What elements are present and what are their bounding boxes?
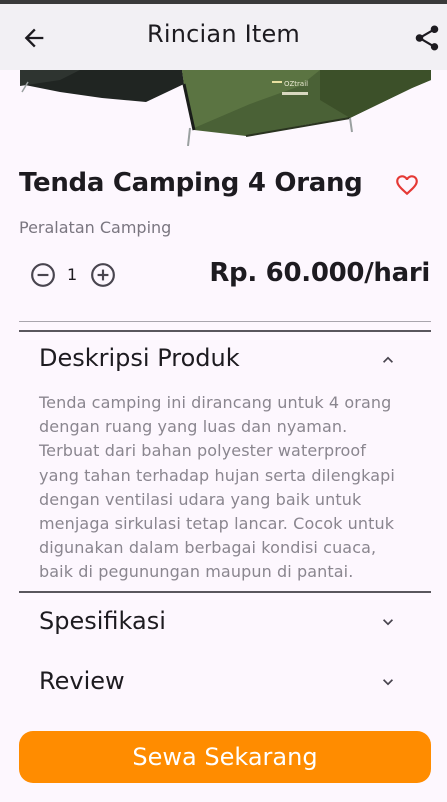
section-specifications-title: Spesifikasi <box>39 607 166 635</box>
app-bar: Rincian Item <box>0 4 447 70</box>
section-review-title: Review <box>39 667 125 695</box>
chevron-up-icon[interactable] <box>378 350 398 370</box>
rent-now-button[interactable]: Sewa Sekarang <box>19 731 431 783</box>
minus-circle-icon[interactable] <box>30 262 56 288</box>
chevron-down-icon[interactable] <box>378 672 398 692</box>
section-description-text: Tenda camping ini dirancang untuk 4 oran… <box>39 393 395 582</box>
plus-circle-icon[interactable] <box>90 262 116 288</box>
divider <box>19 321 431 322</box>
quantity-value: 1 <box>67 265 78 284</box>
page-title: Rincian Item <box>147 20 300 48</box>
chevron-down-icon[interactable] <box>378 612 398 632</box>
product-name: Tenda Camping 4 Orang <box>19 168 363 198</box>
product-category: Peralatan Camping <box>19 218 172 237</box>
product-price: Rp. 60.000/hari <box>209 258 430 288</box>
section-divider <box>19 330 431 332</box>
share-icon[interactable] <box>412 23 442 53</box>
product-image: OZtrail <box>20 70 431 146</box>
section-description-title: Deskripsi Produk <box>39 344 240 372</box>
product-brand-logo: OZtrail <box>284 80 308 88</box>
heart-outline-icon[interactable] <box>393 172 421 198</box>
section-divider <box>19 591 431 593</box>
